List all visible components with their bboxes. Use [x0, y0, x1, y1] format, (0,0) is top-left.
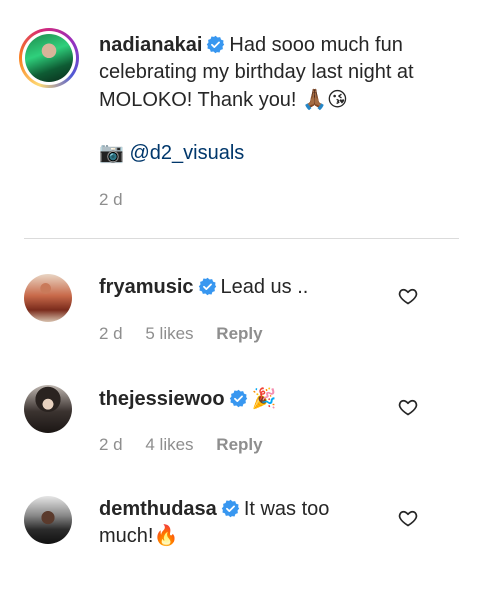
- credit-mention-link[interactable]: @d2_visuals: [129, 142, 244, 164]
- comment-likes-count[interactable]: 5 likes: [145, 324, 193, 343]
- verified-badge-icon: [207, 35, 225, 54]
- verified-badge-icon: [221, 499, 240, 518]
- heart-icon[interactable]: [398, 286, 418, 306]
- author-avatar-story-ring[interactable]: [19, 28, 79, 88]
- comment-username[interactable]: thejessiewoo: [99, 388, 225, 410]
- comment-timestamp: 2 d: [99, 435, 123, 454]
- comment-meta: 2 d 4 likes Reply: [99, 435, 281, 455]
- commenter-avatar[interactable]: [24, 274, 72, 322]
- camera-emoji: 📷: [99, 140, 124, 164]
- comment-username[interactable]: fryamusic: [99, 276, 194, 298]
- comment-meta: 2 d 5 likes Reply: [99, 324, 281, 344]
- photo-credit: 📷 @d2_visuals: [99, 140, 244, 165]
- comment-text-block: fryamusic Lead us ..: [99, 274, 389, 301]
- caption-divider: [24, 238, 459, 239]
- commenter-avatar[interactable]: [24, 496, 72, 544]
- comment-item: thejessiewoo 🎉 2 d 4 likes Reply: [0, 385, 480, 485]
- reply-button[interactable]: Reply: [216, 435, 262, 454]
- comment-timestamp: 2 d: [99, 324, 123, 343]
- comment-username[interactable]: demthudasa: [99, 498, 217, 520]
- reply-button[interactable]: Reply: [216, 324, 262, 343]
- heart-icon[interactable]: [398, 508, 418, 528]
- comment-item: demthudasa It was too much!🔥: [0, 496, 480, 596]
- author-avatar-image: [25, 34, 73, 82]
- heart-icon[interactable]: [398, 397, 418, 417]
- commenter-avatar[interactable]: [24, 385, 72, 433]
- caption-text-block: nadianakai Had sooo much fun celebrating …: [99, 32, 449, 114]
- verified-badge-icon: [198, 277, 216, 296]
- verified-badge-icon: [229, 389, 247, 408]
- comment-text-block: thejessiewoo 🎉: [99, 385, 389, 413]
- caption-username[interactable]: nadianakai: [99, 34, 202, 56]
- comment-item: fryamusic Lead us .. 2 d 5 likes Reply: [0, 274, 480, 374]
- comment-body: Lead us ..: [220, 276, 309, 298]
- author-avatar: [22, 31, 76, 85]
- caption-emojis: 🙏🏾😘: [302, 87, 348, 111]
- caption-timestamp: 2 d: [99, 190, 123, 209]
- comment-body: 🎉: [251, 386, 277, 410]
- post-caption: nadianakai Had sooo much fun celebrating …: [0, 0, 480, 238]
- comment-likes-count[interactable]: 4 likes: [145, 435, 193, 454]
- comment-text-block: demthudasa It was too much!🔥: [99, 496, 389, 550]
